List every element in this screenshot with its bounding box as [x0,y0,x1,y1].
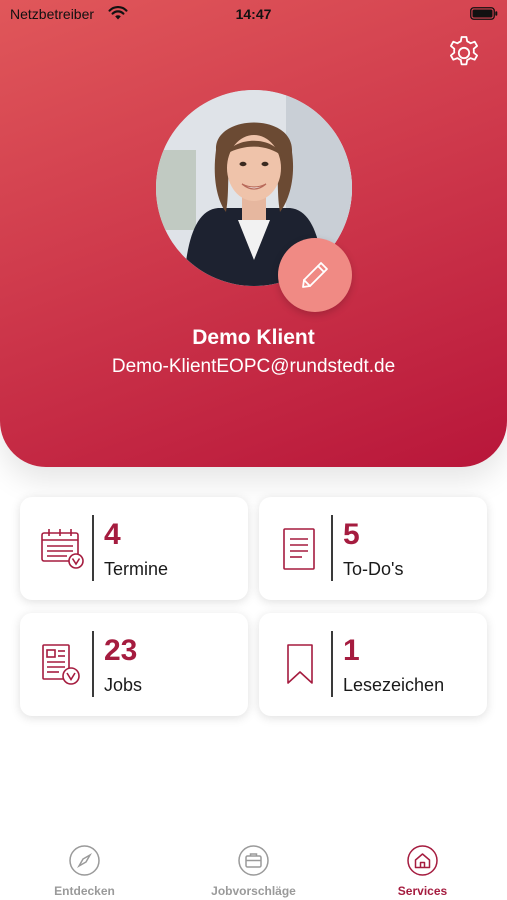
gear-icon [450,36,478,66]
todos-card[interactable]: 5 To-Do's [259,497,487,600]
todos-count: 5 [343,518,360,551]
appointments-card[interactable]: 4 Termine [20,497,248,600]
job-check-icon [42,644,80,685]
briefcase-icon [238,845,269,876]
appointments-count: 4 [104,518,121,551]
bookmarks-label: Lesezeichen [343,675,445,695]
edit-profile-button[interactable] [278,238,352,312]
document-icon [283,528,315,570]
appointments-label: Termine [104,559,169,579]
profile-email: Demo-KlientEOPC@rundstedt.de [111,356,396,377]
settings-button[interactable] [444,33,484,73]
tab-label: Jobvorschläge [211,884,296,898]
home-icon [407,845,438,876]
jobs-label: Jobs [104,675,143,695]
card-divider [331,631,333,697]
profile-header: Netzbetreiber 14:47 Demo Klient Demo-Kli… [0,0,507,467]
tab-bar: Entdecken Jobvorschläge Services [0,830,507,900]
clock: 14:47 [235,6,272,22]
calendar-icon [41,529,84,569]
bookmarks-count: 1 [343,634,360,667]
bookmarks-card[interactable]: 1 Lesezeichen [259,613,487,716]
card-divider [331,515,333,581]
profile-name: Demo Klient [192,326,315,349]
card-divider [92,515,94,581]
tab-label: Entdecken [54,884,115,898]
pencil-icon [302,262,328,288]
tab-entdecken[interactable]: Entdecken [0,830,169,900]
battery-icon [470,7,498,20]
status-bar: Netzbetreiber 14:47 [0,0,507,28]
tab-label: Services [397,884,448,898]
tab-jobvorschlaege[interactable]: Jobvorschläge [169,830,338,900]
bookmark-icon [287,644,313,684]
jobs-count: 23 [104,634,138,667]
compass-icon [69,845,100,876]
tab-services[interactable]: Services [338,830,507,900]
todos-label: To-Do's [343,559,404,579]
jobs-card[interactable]: 23 Jobs [20,613,248,716]
card-divider [92,631,94,697]
